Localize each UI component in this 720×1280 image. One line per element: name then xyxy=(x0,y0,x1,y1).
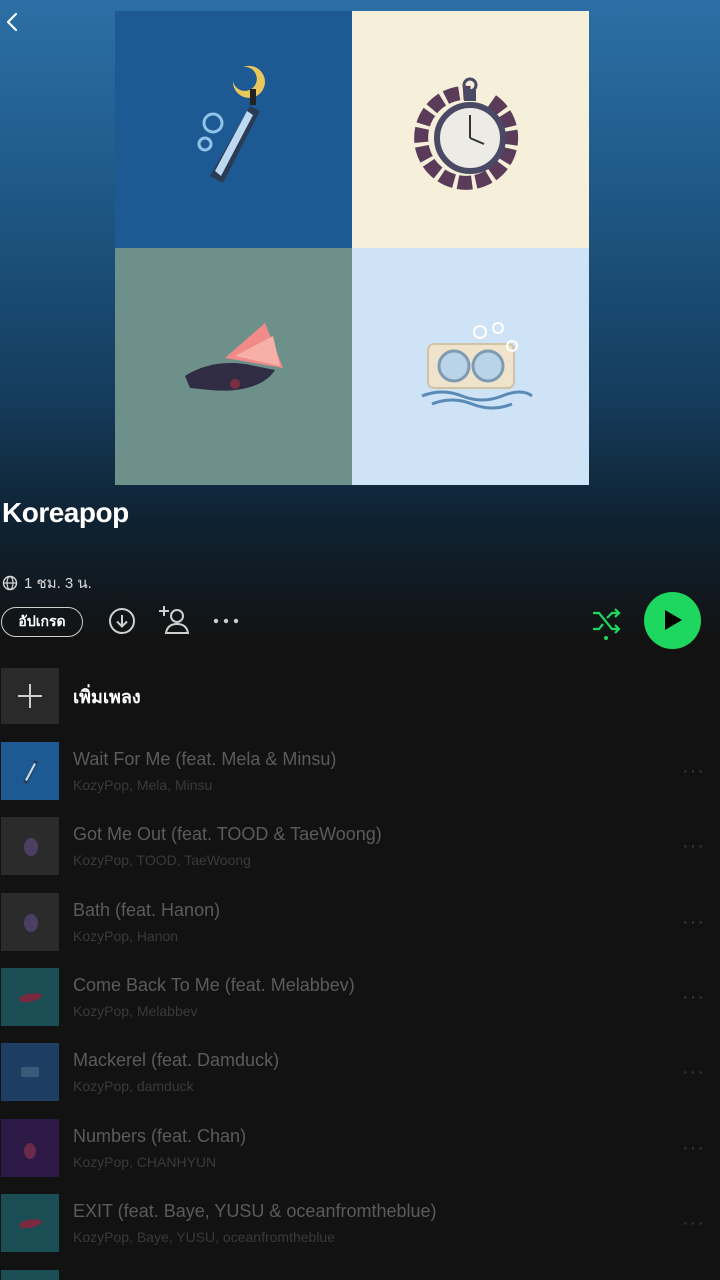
cover-tile-washer xyxy=(352,248,589,485)
cover-tile-stapler xyxy=(115,11,352,248)
track-title: Bath (feat. Hanon) xyxy=(73,900,221,920)
track-artists: KozyPop, TOOD, TaeWoong xyxy=(73,852,251,868)
track-more-button[interactable]: ··· xyxy=(665,760,705,783)
track-thumbnail xyxy=(1,742,59,800)
cover-tile-shoe xyxy=(115,248,352,485)
track-row[interactable]: EXIT (feat. Baye, YUSU & oceanfromtheblu… xyxy=(1,1194,719,1252)
track-row[interactable]: Come Back To Me (feat. Melabbev) KozyPop… xyxy=(1,968,719,1026)
add-user-icon[interactable] xyxy=(158,604,190,636)
track-title: Wait For Me (feat. Mela & Minsu) xyxy=(73,749,337,769)
track-more-button[interactable]: ··· xyxy=(665,1212,705,1235)
play-icon xyxy=(665,610,682,630)
playlist-cover xyxy=(115,11,589,485)
track-title: Come Back To Me (feat. Melabbev) xyxy=(73,975,355,995)
track-artists: KozyPop, CHANHYUN xyxy=(73,1154,217,1170)
plus-icon xyxy=(18,684,42,708)
track-title: Got Me Out (feat. TOOD & TaeWoong) xyxy=(73,824,382,844)
track-row[interactable]: Bath (feat. Hanon) KozyPop, Hanon ··· xyxy=(1,893,719,951)
track-thumbnail xyxy=(1,1043,59,1101)
track-artists: KozyPop, Mela, Minsu xyxy=(73,777,213,793)
download-icon[interactable] xyxy=(108,607,136,635)
play-button[interactable] xyxy=(644,592,701,649)
track-artists: KozyPop, damduck xyxy=(73,1078,194,1094)
track-title: EXIT (feat. Baye, YUSU & oceanfromtheblu… xyxy=(73,1201,437,1221)
upgrade-button[interactable]: อัปเกรด xyxy=(1,607,83,637)
track-more-button[interactable]: ··· xyxy=(665,1137,705,1160)
track-title: Mackerel (feat. Damduck) xyxy=(73,1050,280,1070)
track-artists: KozyPop, Melabbev xyxy=(73,1003,198,1019)
track-more-button[interactable]: ··· xyxy=(665,1061,705,1084)
track-row[interactable]: Wait For Me (feat. Mela & Minsu) KozyPop… xyxy=(1,742,719,800)
track-thumbnail xyxy=(1,1119,59,1177)
track-more-button[interactable]: ··· xyxy=(665,835,705,858)
chevron-left-icon[interactable] xyxy=(2,10,22,34)
track-thumbnail xyxy=(1,1194,59,1252)
playlist-duration: 1 ชม. 3 น. xyxy=(24,575,92,592)
track-artists: KozyPop, Baye, YUSU, oceanfromtheblue xyxy=(73,1229,336,1245)
playlist-title: Koreapop xyxy=(2,497,129,528)
track-thumbnail xyxy=(1,817,59,875)
cover-tile-stopwatch xyxy=(352,11,589,248)
track-artists: KozyPop, Hanon xyxy=(73,928,179,944)
more-icon[interactable] xyxy=(213,617,239,625)
track-row[interactable]: Numbers (feat. Chan) KozyPop, CHANHYUN ·… xyxy=(1,1119,719,1177)
shuffle-icon[interactable] xyxy=(590,605,624,641)
track-row[interactable]: Got Me Out (feat. TOOD & TaeWoong) KozyP… xyxy=(1,817,719,875)
globe-icon xyxy=(2,575,18,591)
track-thumbnail xyxy=(1,968,59,1026)
track-row[interactable]: Mackerel (feat. Damduck) KozyPop, damduc… xyxy=(1,1043,719,1101)
playlist-meta: 1 ชม. 3 น. xyxy=(2,571,92,595)
track-thumbnail-partial xyxy=(1,1270,59,1280)
track-more-button[interactable]: ··· xyxy=(665,911,705,934)
add-song-row[interactable]: เพิ่มเพลง xyxy=(1,668,141,724)
add-song-button[interactable] xyxy=(1,668,59,724)
track-more-button[interactable]: ··· xyxy=(665,986,705,1009)
track-title: Numbers (feat. Chan) xyxy=(73,1126,247,1146)
add-song-label: เพิ่มเพลง xyxy=(73,686,141,707)
track-thumbnail xyxy=(1,893,59,951)
